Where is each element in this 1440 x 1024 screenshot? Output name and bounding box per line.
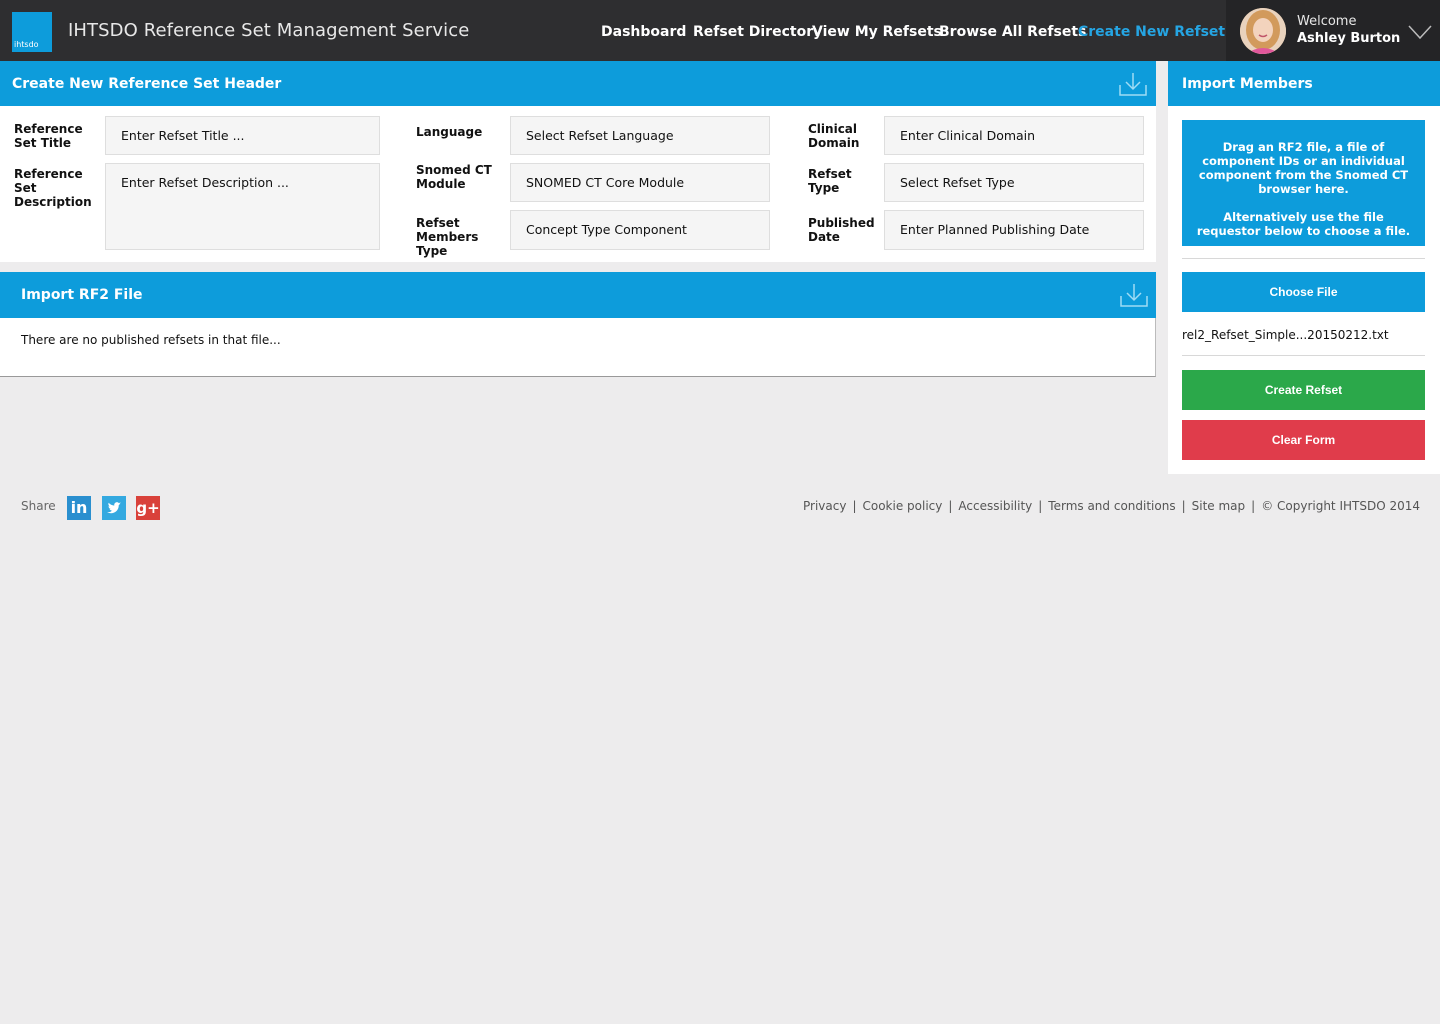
label-snomed-ct-module: Snomed CT Module xyxy=(416,163,492,191)
import-rf2-header-bar: Import RF2 File xyxy=(0,272,1156,318)
members-type-select[interactable]: Concept Type Component xyxy=(510,210,770,250)
welcome-text: Welcome xyxy=(1297,14,1357,29)
ihtsdo-logo[interactable]: ihtsdo xyxy=(12,12,52,52)
download-icon[interactable] xyxy=(1119,71,1147,97)
nav-dashboard[interactable]: Dashboard xyxy=(601,24,686,40)
label-refset-members-type: Refset Members Type xyxy=(416,216,479,258)
user-menu[interactable]: Welcome Ashley Burton xyxy=(1226,0,1440,61)
app-title: IHTSDO Reference Set Management Service xyxy=(68,20,470,41)
footer-link-site-map[interactable]: Site map xyxy=(1192,499,1246,513)
selected-file-name: rel2_Refset_Simple...20150212.txt xyxy=(1182,328,1389,342)
footer-link-accessibility[interactable]: Accessibility xyxy=(958,499,1032,513)
linkedin-icon[interactable]: in xyxy=(67,496,91,520)
nav-create-new-refset[interactable]: Create New Refset xyxy=(1078,24,1225,40)
refset-description-textarea[interactable]: Enter Refset Description ... xyxy=(105,163,380,250)
chevron-down-icon[interactable] xyxy=(1408,24,1432,40)
footer-links: Privacy | Cookie policy | Accessibility | Term… xyxy=(802,499,1420,513)
google-plus-icon[interactable]: g+ xyxy=(136,496,160,520)
import-rf2-title: Import RF2 File xyxy=(21,287,143,303)
file-drop-zone[interactable]: Drag an RF2 file, a file of component ID… xyxy=(1182,120,1425,246)
import-members-header-bar: Import Members xyxy=(1168,61,1440,106)
snomed-module-select[interactable]: SNOMED CT Core Module xyxy=(510,163,770,202)
no-refsets-message: There are no published refsets in that f… xyxy=(21,333,281,347)
published-date-input[interactable]: Enter Planned Publishing Date xyxy=(884,210,1144,250)
import-rf2-body xyxy=(0,318,1156,377)
label-refset-type: Refset Type xyxy=(808,167,852,195)
share-label: Share xyxy=(21,499,56,513)
label-published-date: Published Date xyxy=(808,216,875,244)
logo-text: ihtsdo xyxy=(14,40,39,49)
nav-refset-directory[interactable]: Refset Directory xyxy=(693,24,822,40)
create-refset-header-bar: Create New Reference Set Header xyxy=(0,61,1156,106)
label-language: Language xyxy=(416,125,483,139)
language-select[interactable]: Select Refset Language xyxy=(510,116,770,155)
footer-link-privacy[interactable]: Privacy xyxy=(803,499,846,513)
refset-type-select[interactable]: Select Refset Type xyxy=(884,163,1144,202)
refset-title-input[interactable]: Enter Refset Title ... xyxy=(105,116,380,155)
copyright: © Copyright IHTSDO 2014 xyxy=(1261,499,1420,513)
nav-browse-all-refsets[interactable]: Browse All Refsets xyxy=(939,24,1086,40)
clear-form-button[interactable]: Clear Form xyxy=(1182,420,1425,460)
label-reference-set-description: Reference Set Description xyxy=(14,167,92,209)
avatar xyxy=(1240,8,1286,54)
top-navbar: ihtsdo IHTSDO Reference Set Management S… xyxy=(0,0,1440,61)
label-reference-set-title: Reference Set Title xyxy=(14,122,83,150)
footer-link-cookie-policy[interactable]: Cookie policy xyxy=(862,499,942,513)
clinical-domain-input[interactable]: Enter Clinical Domain xyxy=(884,116,1144,155)
nav-view-my-refsets[interactable]: View My Refsets xyxy=(812,24,942,40)
divider xyxy=(1182,258,1425,259)
panel-title: Create New Reference Set Header xyxy=(12,76,282,92)
drop-alternative: Alternatively use the file requestor bel… xyxy=(1196,210,1411,238)
user-name: Ashley Burton xyxy=(1297,31,1401,46)
drop-instructions: Drag an RF2 file, a file of component ID… xyxy=(1198,140,1409,196)
footer-link-terms[interactable]: Terms and conditions xyxy=(1048,499,1175,513)
choose-file-button[interactable]: Choose File xyxy=(1182,272,1425,312)
import-members-title: Import Members xyxy=(1182,76,1313,92)
download-icon[interactable] xyxy=(1120,282,1148,308)
label-clinical-domain: Clinical Domain xyxy=(808,122,860,150)
create-refset-button[interactable]: Create Refset xyxy=(1182,370,1425,410)
divider xyxy=(1182,355,1425,356)
twitter-icon[interactable] xyxy=(102,496,126,520)
